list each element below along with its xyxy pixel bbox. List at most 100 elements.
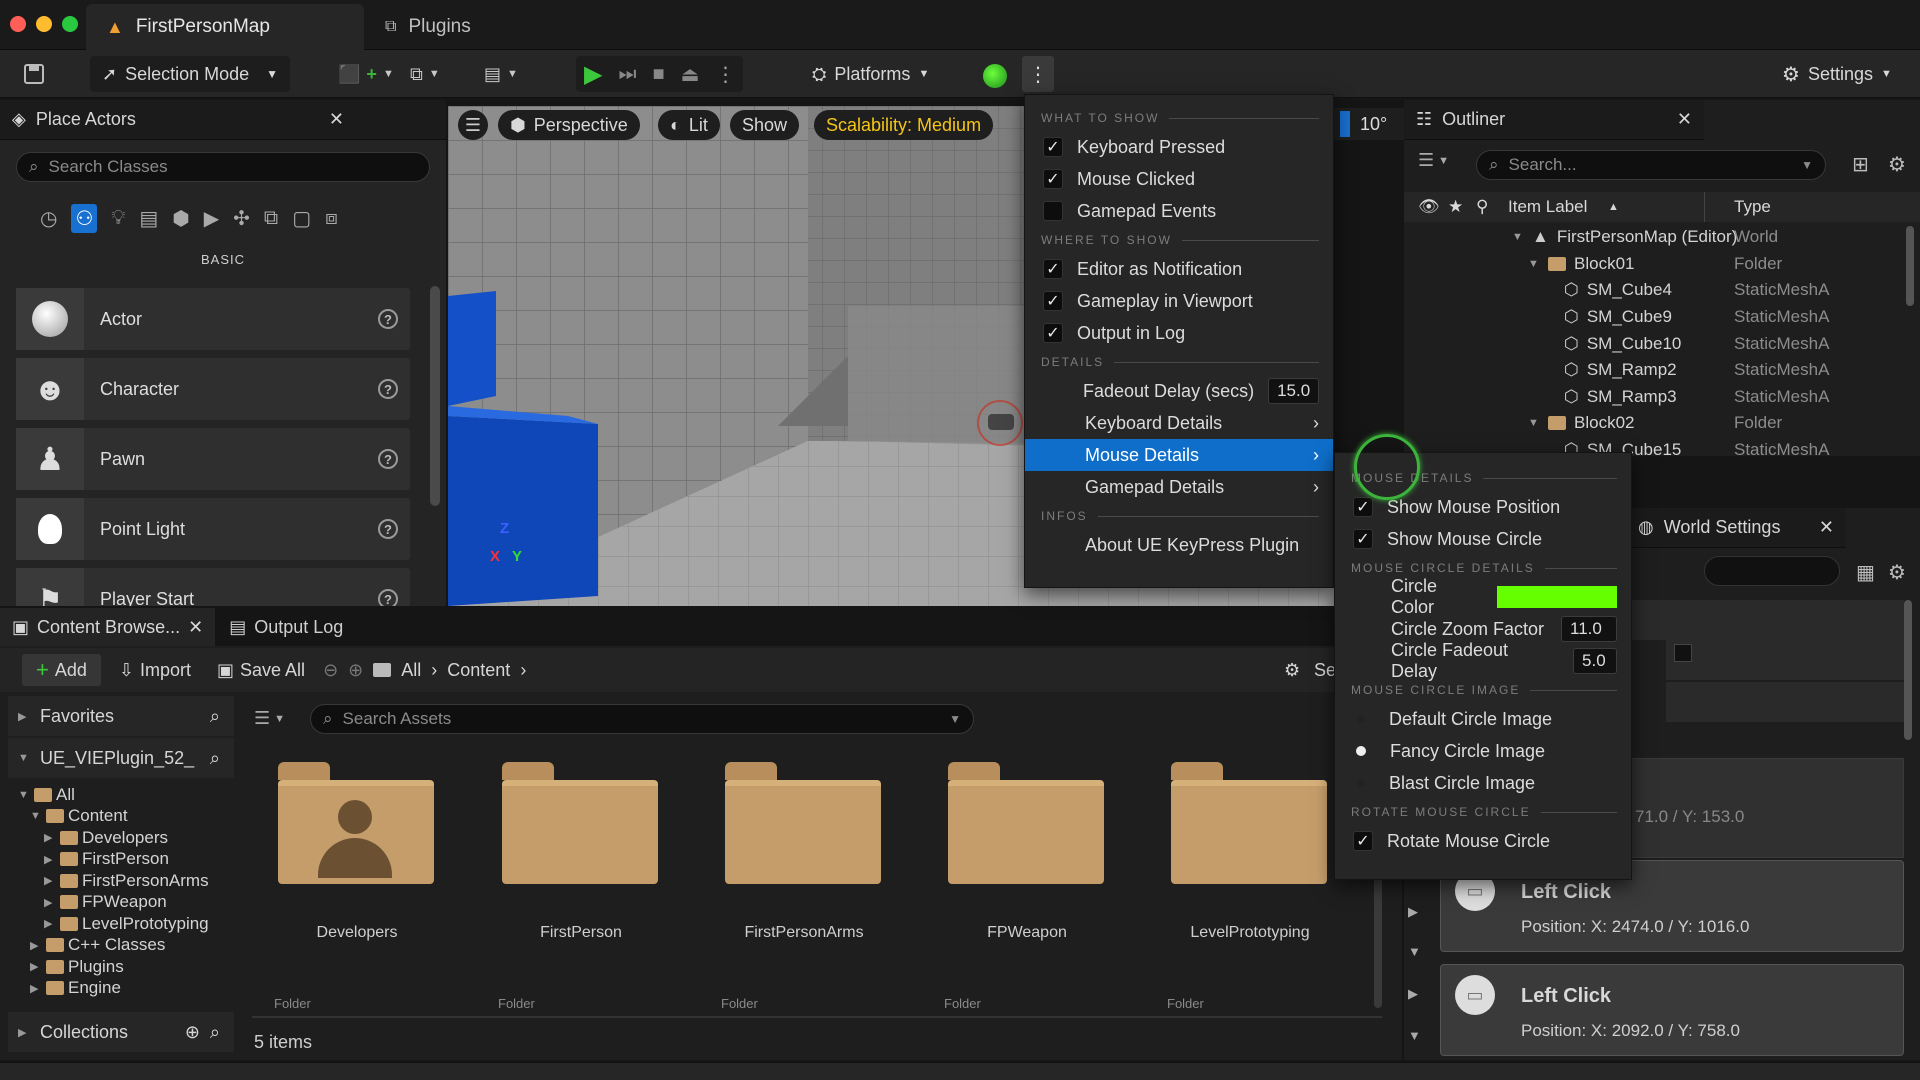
tree-item-firstperson[interactable]: ▶ FirstPerson	[8, 849, 234, 871]
outliner-row[interactable]: ⬡ SM_Ramp3 StaticMeshA	[1404, 384, 1920, 411]
about-plugin-item[interactable]: About UE KeyPress Plugin	[1025, 529, 1333, 561]
fadeout-delay-input[interactable]: 15.0	[1268, 378, 1320, 404]
collections-header[interactable]: ▶ Collections ⊕ ⌕	[8, 1012, 234, 1052]
outliner-row[interactable]: ▼ Block02 Folder	[1404, 410, 1920, 437]
details-checkbox[interactable]	[1674, 644, 1692, 662]
rotate-mouse-circle-option[interactable]: ✓ Rotate Mouse Circle	[1335, 825, 1631, 857]
search-assets-input[interactable]: ⌕ Search Assets ▼	[310, 704, 974, 734]
tab-content-browser[interactable]: ▣ Content Browse... ✕	[0, 608, 216, 646]
mouse-details-submenu[interactable]: Mouse Details ›	[1025, 439, 1333, 471]
add-content-button[interactable]: ⬛ + ▼	[332, 56, 400, 92]
lit-button[interactable]: ◐ Lit	[658, 110, 720, 140]
basic-shapes-icon[interactable]: ⚇	[71, 204, 98, 233]
snap-toggle[interactable]	[1340, 111, 1350, 137]
checkbox-checked[interactable]: ✓	[1353, 497, 1373, 517]
viewport-menu-icon[interactable]: ☰	[458, 110, 488, 140]
save-icon[interactable]	[14, 56, 54, 92]
expand-icon[interactable]: ▼	[1408, 944, 1421, 959]
add-collection-icon[interactable]: ⊕	[185, 1022, 200, 1043]
checkbox-checked[interactable]: ✓	[1353, 529, 1373, 549]
platforms-button[interactable]: ⛭ Platforms ▼	[800, 56, 940, 92]
col-type[interactable]: Type	[1734, 197, 1771, 217]
world-settings-tab[interactable]: ◍ World Settings ✕	[1626, 508, 1846, 548]
tree-item-fpweapon[interactable]: ▶ FPWeapon	[8, 892, 234, 914]
editor-notification-option[interactable]: ✓ Editor as Notification	[1025, 253, 1333, 285]
gear-icon[interactable]: ⚙	[1888, 152, 1906, 177]
output-log-option[interactable]: ✓ Output in Log	[1025, 317, 1333, 349]
expand-icon[interactable]: ▶	[1408, 904, 1418, 920]
checkbox-checked[interactable]: ✓	[1353, 831, 1373, 851]
tree-item-all[interactable]: ▼ All	[8, 784, 234, 806]
asset-folder[interactable]: Developers Folder	[262, 758, 452, 1020]
project-header[interactable]: ▼ UE_VIEPlugin_52_ ⌕	[8, 738, 234, 778]
blueprint-button[interactable]: ⧉ ▼	[404, 56, 446, 92]
tab-output-log[interactable]: ▤ Output Log	[215, 608, 357, 646]
gamepad-details-submenu[interactable]: Gamepad Details ›	[1025, 471, 1333, 503]
lights-icon[interactable]: 💡︎	[111, 207, 125, 230]
keyboard-pressed-option[interactable]: ✓ Keyboard Pressed	[1025, 131, 1333, 163]
cinematic-icon[interactable]: ▤	[139, 206, 158, 231]
radio-selected[interactable]	[1356, 746, 1366, 756]
close-icon[interactable]: ✕	[1819, 517, 1834, 538]
gear-icon[interactable]: ⚙	[1888, 560, 1906, 585]
asset-folder[interactable]: LevelPrototyping Folder	[1155, 758, 1345, 1020]
all-classes-icon[interactable]: ⧉	[264, 207, 278, 230]
actor-item-pawn[interactable]: ♟ Pawn ?	[16, 428, 410, 490]
tab-firstpersonmap[interactable]: ▲ FirstPersonMap	[86, 4, 364, 50]
show-mouse-circle-option[interactable]: ✓ Show Mouse Circle	[1335, 523, 1631, 555]
selection-mode-button[interactable]: ➚ Selection Mode ▼	[90, 56, 290, 92]
circle-color-swatch[interactable]	[1497, 586, 1617, 608]
asset-folder[interactable]: FirstPerson Folder	[486, 758, 676, 1020]
import-button[interactable]: ⇩ Import	[111, 654, 199, 686]
shapes-icon[interactable]: ▢	[292, 206, 311, 231]
more-icon[interactable]: ⋮	[715, 62, 735, 87]
expand-icon[interactable]: ▶	[1408, 986, 1418, 1002]
step-icon[interactable]: ⏭	[618, 63, 636, 86]
tree-item-plugins[interactable]: ▶ Plugins	[8, 956, 234, 978]
outliner-search-input[interactable]: ⌕ Search... ▼	[1476, 150, 1826, 180]
outliner-row[interactable]: ⬡ SM_Ramp2 StaticMeshA	[1404, 357, 1920, 384]
checkbox-checked[interactable]: ✓	[1043, 323, 1063, 343]
favorites-header[interactable]: ▶ Favorites ⌕	[8, 696, 234, 736]
gameplay-viewport-option[interactable]: ✓ Gameplay in Viewport	[1025, 285, 1333, 317]
help-icon[interactable]: ?	[378, 309, 398, 329]
cinematics-button[interactable]: ▤ ▼	[478, 56, 524, 92]
radio-unselected[interactable]	[1357, 715, 1365, 723]
volumes-icon[interactable]: ✣	[233, 206, 250, 231]
content-settings-button[interactable]: Se	[1314, 660, 1336, 681]
checkbox-checked[interactable]: ✓	[1043, 169, 1063, 189]
checkbox-checked[interactable]: ✓	[1043, 137, 1063, 157]
tree-item-levelprototyping[interactable]: ▶ LevelPrototyping	[8, 913, 234, 935]
outliner-scrollbar[interactable]	[1906, 226, 1914, 306]
table-view-icon[interactable]: ▦	[1856, 560, 1875, 585]
outliner-row[interactable]: ▼ ▲ FirstPersonMap (Editor) World	[1404, 224, 1920, 251]
col-item-label[interactable]: Item Label	[1508, 197, 1587, 217]
show-button[interactable]: Show	[730, 110, 800, 140]
star-icon[interactable]: ★	[1448, 197, 1463, 217]
recent-icon[interactable]: ◷	[40, 206, 57, 231]
actor-item-player-start[interactable]: ⚑ Player Start ?	[16, 568, 410, 606]
asset-filter-button[interactable]: ☰ ▼	[254, 708, 285, 729]
actor-item-character[interactable]: ☻ Character ?	[16, 358, 410, 420]
close-icon[interactable]: ✕	[1677, 109, 1692, 130]
filter-button[interactable]: ☰ ▼	[1418, 150, 1449, 171]
help-icon[interactable]: ?	[378, 449, 398, 469]
add-folder-icon[interactable]: ⊞	[1852, 152, 1869, 177]
scalability-badge[interactable]: Scalability: Medium	[814, 110, 994, 140]
search-icon[interactable]: ⌕	[210, 1022, 220, 1043]
outliner-row[interactable]: ⬡ SM_Cube9 StaticMeshA	[1404, 304, 1920, 331]
forward-icon[interactable]: ⊕	[348, 660, 363, 681]
breadcrumb-all[interactable]: All	[401, 660, 421, 681]
close-icon[interactable]: ✕	[188, 617, 203, 638]
tree-item-engine[interactable]: ▶ Engine	[8, 978, 234, 1000]
tree-item-firstpersonarms[interactable]: ▶ FirstPersonArms	[8, 870, 234, 892]
radio-unselected[interactable]	[1357, 779, 1365, 787]
tree-item-developers[interactable]: ▶ Developers	[8, 827, 234, 849]
outliner-row[interactable]: ⬡ SM_Cube10 StaticMeshA	[1404, 330, 1920, 357]
visual-effects-icon[interactable]: ⬢	[172, 206, 189, 231]
perspective-button[interactable]: ⬢ Perspective	[498, 110, 640, 140]
actor-list-scrollbar[interactable]	[430, 286, 440, 506]
asset-folder[interactable]: FirstPersonArms Folder	[709, 758, 899, 1020]
checkbox-checked[interactable]: ✓	[1043, 259, 1063, 279]
gamepad-events-option[interactable]: Gamepad Events	[1025, 195, 1333, 227]
